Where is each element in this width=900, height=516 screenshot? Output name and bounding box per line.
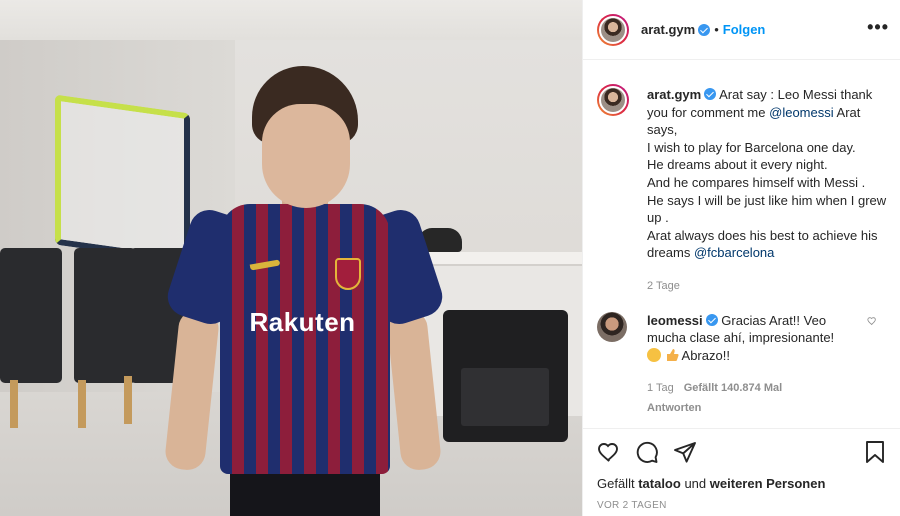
post-timestamp[interactable]: VOR 2 TAGEN bbox=[597, 500, 667, 511]
caption-text: I wish to play for Barcelona one day. bbox=[647, 139, 856, 155]
comment-likes[interactable]: Gefällt 140.874 Mal bbox=[684, 380, 782, 398]
comment: leomessi Gracias Arat!! Veo mucha clase … bbox=[597, 298, 887, 418]
likes-prefix: Gefällt bbox=[597, 476, 635, 491]
action-bar bbox=[597, 440, 889, 470]
comment-username[interactable]: leomessi bbox=[647, 313, 703, 328]
share-icon[interactable] bbox=[673, 440, 697, 464]
caption-text: And he compares himself with Messi . bbox=[647, 174, 866, 190]
smile-emoji-icon bbox=[647, 347, 661, 362]
comment-text: Abrazo!! bbox=[681, 347, 730, 363]
chair bbox=[74, 248, 136, 383]
comment-avatar[interactable] bbox=[597, 311, 627, 342]
header-username[interactable]: arat.gym bbox=[641, 22, 695, 37]
likes-summary: Gefällt tataloo und weiteren Personen bbox=[597, 476, 825, 491]
jersey-sponsor: Rakuten bbox=[249, 307, 356, 337]
mention-link[interactable]: @fcbarcelona bbox=[694, 245, 774, 260]
mention-link[interactable]: @leomessi bbox=[769, 105, 834, 120]
face bbox=[262, 104, 350, 208]
jersey bbox=[220, 204, 390, 474]
follow-button[interactable]: Folgen bbox=[723, 22, 766, 37]
caption: arat.gym Arat say : Leo Messi thank you … bbox=[597, 72, 887, 296]
stove bbox=[443, 310, 568, 442]
verified-icon bbox=[704, 88, 717, 100]
verified-icon bbox=[698, 23, 711, 36]
like-heart-icon[interactable] bbox=[597, 440, 621, 464]
verified-icon bbox=[705, 313, 718, 326]
more-icon[interactable]: ••• bbox=[867, 18, 889, 36]
shorts bbox=[230, 474, 380, 516]
chair-leg bbox=[78, 380, 86, 428]
likes-mid: und bbox=[684, 476, 707, 491]
post-panel: arat.gym • Folgen ••• arat.gym Arat say … bbox=[582, 0, 900, 516]
comment-time[interactable]: 1 Tag bbox=[647, 380, 674, 398]
bookmark-icon[interactable] bbox=[863, 440, 887, 464]
caption-text: He says I will be just like him when I g… bbox=[647, 192, 887, 226]
thumbs-up-emoji-icon bbox=[666, 348, 679, 361]
chair-leg bbox=[10, 380, 18, 428]
likes-user-link[interactable]: tataloo bbox=[638, 476, 681, 491]
fcb-crest bbox=[335, 258, 361, 290]
chair bbox=[0, 248, 62, 383]
chair-leg bbox=[124, 376, 132, 424]
reply-button[interactable]: Antworten bbox=[647, 400, 701, 418]
avatar[interactable] bbox=[597, 13, 629, 46]
divider bbox=[583, 428, 900, 429]
caption-avatar[interactable] bbox=[597, 84, 629, 116]
comment-icon[interactable] bbox=[635, 440, 659, 464]
caption-time[interactable]: 2 Tage bbox=[647, 278, 680, 296]
boy: Rakuten bbox=[162, 62, 448, 516]
ceiling bbox=[0, 0, 582, 40]
post-header: arat.gym • Folgen ••• bbox=[583, 0, 900, 60]
separator: • bbox=[714, 22, 719, 37]
comment-like-heart-icon[interactable] bbox=[867, 316, 877, 326]
caption-username[interactable]: arat.gym bbox=[647, 87, 701, 102]
caption-text: He dreams about it every night. bbox=[647, 157, 828, 173]
likes-others-link[interactable]: weiteren Personen bbox=[710, 476, 826, 491]
comments-list[interactable]: arat.gym Arat say : Leo Messi thank you … bbox=[583, 72, 900, 427]
post-media[interactable]: Rakuten bbox=[0, 0, 582, 516]
